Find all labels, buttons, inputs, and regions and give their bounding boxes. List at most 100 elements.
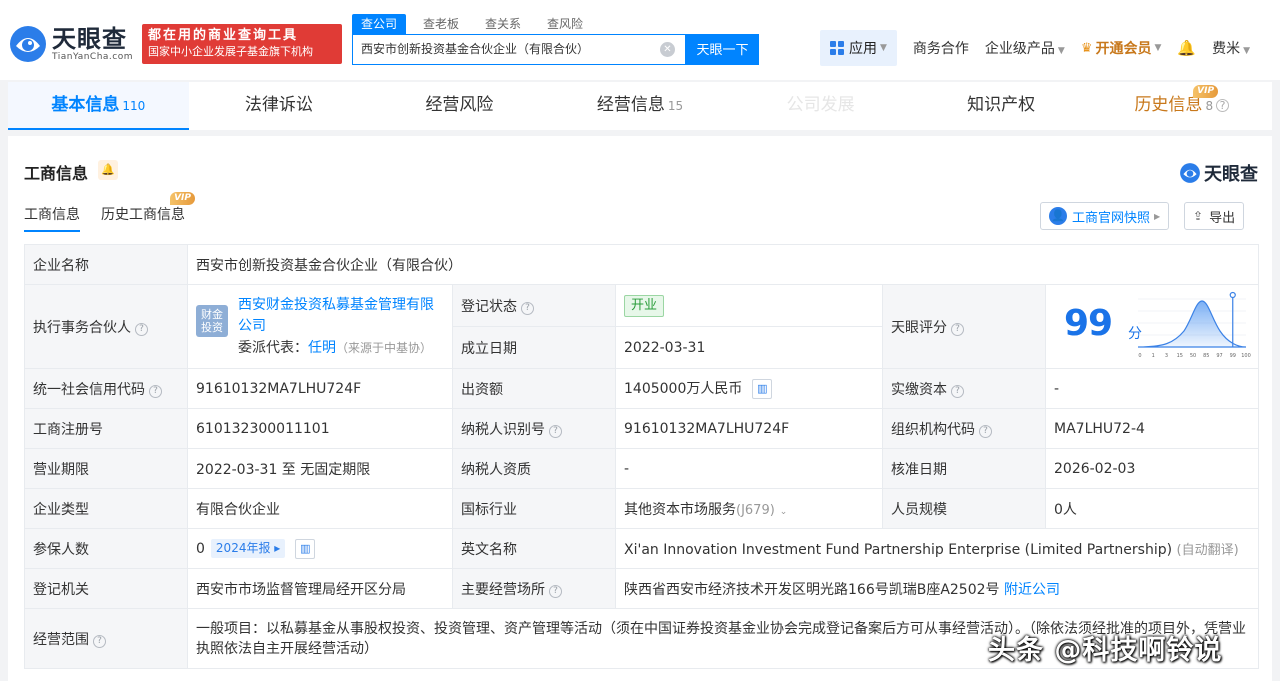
scope-label: 经营范围 xyxy=(33,631,89,648)
tab-label: 基本信息 xyxy=(51,95,120,115)
table-row: 统一社会信用代码? 91610132MA7LHU724F 出资额 1405000… xyxy=(24,368,1260,409)
nav-enterprise-menu[interactable]: 企业级产品 ▼ xyxy=(985,38,1065,58)
chart-tick-label: 50 xyxy=(1190,353,1196,359)
chart-icon[interactable]: ▥ xyxy=(295,538,316,559)
tab-operating-risk[interactable]: 经营风险 xyxy=(369,82,550,130)
help-icon[interactable]: ? xyxy=(135,322,148,336)
search-button[interactable]: 天眼一下 xyxy=(686,34,759,65)
subtab-history-business-info[interactable]: 历史工商信息 VIP xyxy=(101,192,195,224)
tax-id-label-cell: 纳税人识别号? xyxy=(452,408,616,449)
tab-company-development[interactable]: 公司发展 xyxy=(730,82,911,130)
org-code-label: 组织机构代码 xyxy=(891,421,975,438)
tax-qual-value: - xyxy=(615,448,883,489)
capital-value: 1405000万人民币 xyxy=(624,381,743,397)
help-icon[interactable]: ? xyxy=(549,584,562,598)
search-type-tabs: 查公司 查老板 查关系 查风险 xyxy=(352,14,600,34)
subscribe-bell-icon[interactable]: 🔔 xyxy=(98,160,118,180)
nav-vip-button[interactable]: ♛ 开通会员 ▼ xyxy=(1081,38,1162,58)
help-icon[interactable]: ? xyxy=(951,384,964,398)
help-icon[interactable]: ? xyxy=(93,634,106,648)
help-icon[interactable]: ? xyxy=(549,424,562,438)
table-row: 营业期限 2022-03-31 至 无固定期限 纳税人资质 - 核准日期 202… xyxy=(24,448,1260,489)
logo-domain: TianYanCha.com xyxy=(52,51,134,62)
industry-cell[interactable]: 其他资本市场服务(J679) ⌄ xyxy=(615,488,883,529)
chart-tick-label: 85 xyxy=(1203,353,1209,359)
bell-icon[interactable]: 🔔 xyxy=(1177,39,1196,57)
address-label-cell: 主要经营场所? xyxy=(452,568,616,609)
slogan-banner[interactable]: 都在用的商业查询工具 国家中小企业发展子基金旗下机构 xyxy=(142,24,342,64)
chart-tick-label: 0 xyxy=(1138,353,1141,359)
chevron-right-icon: ▶ xyxy=(1154,211,1161,221)
partner-logo[interactable]: 财金投资 xyxy=(196,304,228,337)
insured-value: 0 xyxy=(196,540,205,557)
tab-basic-info[interactable]: 基本信息 110 xyxy=(8,82,189,130)
address-value: 陕西省西安市经济技术开发区明光路166号凯瑞B座A2502号 xyxy=(624,581,1000,598)
help-icon[interactable]: ? xyxy=(149,384,162,398)
export-button[interactable]: ⇪ 导出 xyxy=(1184,202,1245,230)
credit-code-label: 统一社会信用代码 xyxy=(33,381,145,398)
capital-label: 出资额 xyxy=(452,368,616,409)
vip-badge: VIP xyxy=(170,192,195,205)
industry-value: 其他资本市场服务 xyxy=(624,501,736,518)
tab-operating-info[interactable]: 经营信息 15 xyxy=(550,82,731,130)
search-tab-boss[interactable]: 查老板 xyxy=(414,14,468,34)
section-tabs: 基本信息 110 法律诉讼 经营风险 经营信息 15 公司发展 知识产权 历史信息 8… xyxy=(8,82,1272,130)
company-name-value: 西安市创新投资基金合伙企业（有限合伙） xyxy=(186,244,1260,285)
tab-label: 公司发展 xyxy=(786,95,855,115)
tab-intellectual-property[interactable]: 知识产权 xyxy=(911,82,1092,130)
help-icon[interactable]: ? xyxy=(1216,99,1230,112)
chart-icon[interactable]: ▥ xyxy=(752,379,773,399)
search-tab-risk[interactable]: 查风险 xyxy=(538,14,592,34)
capital-cell: 1405000万人民币 ▥ xyxy=(615,368,883,409)
user-name: 费米 xyxy=(1212,41,1241,57)
rep-name-link[interactable]: 任明 xyxy=(308,340,336,356)
user-menu[interactable]: 费米 ▼ xyxy=(1212,38,1250,58)
clear-icon[interactable]: ✕ xyxy=(660,42,675,57)
annual-report-label: 2024年报 xyxy=(215,540,271,555)
reg-status-cell: 开业 xyxy=(615,284,883,327)
paid-capital-label-cell: 实缴资本? xyxy=(882,368,1046,409)
reg-no-label: 工商注册号 xyxy=(24,408,188,449)
tianyancha-logo[interactable]: 天眼查 TianYanCha.com xyxy=(8,24,133,64)
tab-history-info[interactable]: 历史信息 8? VIP xyxy=(1091,82,1272,130)
subtab-business-info[interactable]: 工商信息 xyxy=(24,204,80,232)
nav-business-link[interactable]: 商务合作 xyxy=(913,38,969,58)
card-brand: 天眼查 xyxy=(1179,160,1258,186)
partner-name-link[interactable]: 西安财金投资私募基金管理有限公司 xyxy=(238,295,444,337)
snapshot-label: 工商官网快照 xyxy=(1072,210,1151,226)
vip-badge: VIP xyxy=(1193,85,1219,98)
person-icon: 👤 xyxy=(1049,207,1067,225)
annual-report-tag[interactable]: 2024年报 ▸ xyxy=(210,538,286,558)
tianyancha-logo-icon xyxy=(10,26,46,62)
score-value: 99 xyxy=(1064,303,1113,344)
score-label: 天眼评分 xyxy=(891,319,947,336)
table-row: 登记机关 西安市市场监督管理局经开区分局 主要经营场所? 陕西省西安市经济技术开… xyxy=(24,568,1260,609)
search-tab-company[interactable]: 查公司 xyxy=(352,14,407,34)
chart-tick-label: 1 xyxy=(1152,353,1155,359)
help-icon[interactable]: ? xyxy=(951,322,964,336)
partner-cell: 财金投资 西安财金投资私募基金管理有限公司 委派代表：任明（来源于中基协） xyxy=(187,284,453,369)
crown-icon: ♛ xyxy=(1080,40,1093,56)
apps-menu-button[interactable]: 应用 ▼ xyxy=(820,30,897,66)
chevron-down-icon: ▼ xyxy=(1057,46,1065,56)
chart-tick-label: 3 xyxy=(1165,353,1168,359)
help-icon[interactable]: ? xyxy=(521,301,534,315)
table-row: 工商注册号 610132300011101 纳税人识别号? 91610132MA… xyxy=(24,408,1260,449)
score-cell[interactable]: 99 分 0 1 3 15 50 85 97 99 100 xyxy=(1044,284,1260,369)
en-name-cell: Xi'an Innovation Investment Fund Partner… xyxy=(614,528,1260,569)
help-icon[interactable]: ? xyxy=(979,424,992,438)
official-snapshot-button[interactable]: 👤 工商官网快照 ▶ xyxy=(1040,202,1170,230)
nearby-companies-link[interactable]: 附近公司 xyxy=(1004,582,1060,598)
search-tab-relation[interactable]: 查关系 xyxy=(476,14,530,34)
apps-label: 应用 xyxy=(849,41,877,57)
tab-label: 知识产权 xyxy=(967,95,1036,115)
tab-label: 历史信息 xyxy=(1134,95,1203,115)
address-cell: 陕西省西安市经济技术开发区明光路166号凯瑞B座A2502号 附近公司 xyxy=(614,568,1260,609)
en-name-label: 英文名称 xyxy=(452,528,616,569)
search-input[interactable] xyxy=(361,41,651,55)
tab-litigation[interactable]: 法律诉讼 xyxy=(189,82,370,130)
company-name-label: 企业名称 xyxy=(24,244,188,285)
address-label: 主要经营场所 xyxy=(461,581,545,598)
table-row: 企业类型 有限合伙企业 国标行业 其他资本市场服务(J679) ⌄ 人员规模 0人 xyxy=(24,488,1260,529)
chevron-down-icon: ▼ xyxy=(1243,46,1251,56)
